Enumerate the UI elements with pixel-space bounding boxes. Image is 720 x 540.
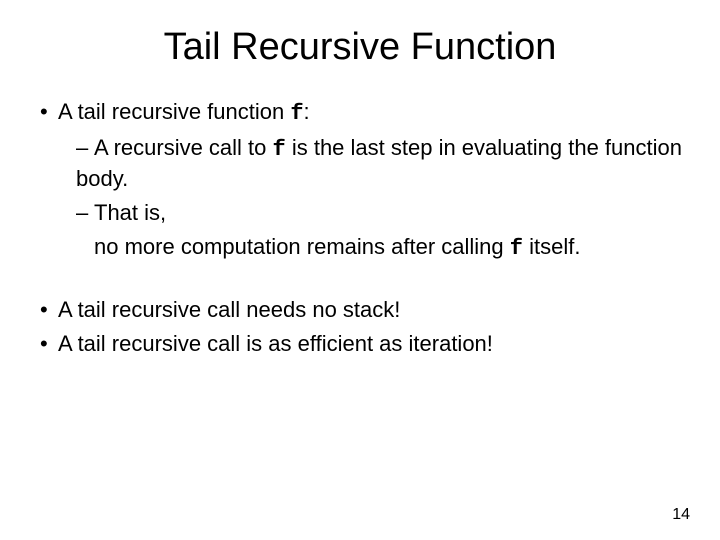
text: :	[304, 99, 310, 124]
bullet-continuation: no more computation remains after callin…	[76, 232, 690, 264]
bullet-l1-marker: •	[40, 295, 58, 325]
bullet-l1-marker: •	[40, 97, 58, 127]
bullet-l2-marker: –	[76, 198, 94, 228]
code-f: f	[510, 236, 523, 261]
text: A tail recursive call needs no stack!	[58, 297, 400, 322]
code-f: f	[273, 137, 286, 162]
bullet-item: •A tail recursive call needs no stack!	[40, 295, 690, 325]
text: A tail recursive function	[58, 99, 290, 124]
text: no more computation remains after callin…	[94, 234, 510, 259]
slide: Tail Recursive Function •A tail recursiv…	[0, 0, 720, 540]
text: That is,	[94, 200, 166, 225]
spacer	[30, 267, 690, 295]
slide-title: Tail Recursive Function	[30, 26, 690, 69]
text: itself.	[523, 234, 580, 259]
code-f: f	[290, 101, 303, 126]
bullet-l1-marker: •	[40, 329, 58, 359]
page-number: 14	[672, 506, 690, 524]
slide-body: •A tail recursive function f: –A recursi…	[30, 97, 690, 359]
bullet-item: •A tail recursive function f:	[40, 97, 690, 129]
bullet-item: •A tail recursive call is as efficient a…	[40, 329, 690, 359]
text: A recursive call to	[94, 135, 273, 160]
bullet-item: –That is,	[76, 198, 690, 228]
text: A tail recursive call is as efficient as…	[58, 331, 493, 356]
bullet-item: –A recursive call to f is the last step …	[76, 133, 690, 194]
bullet-l2-marker: –	[76, 133, 94, 163]
